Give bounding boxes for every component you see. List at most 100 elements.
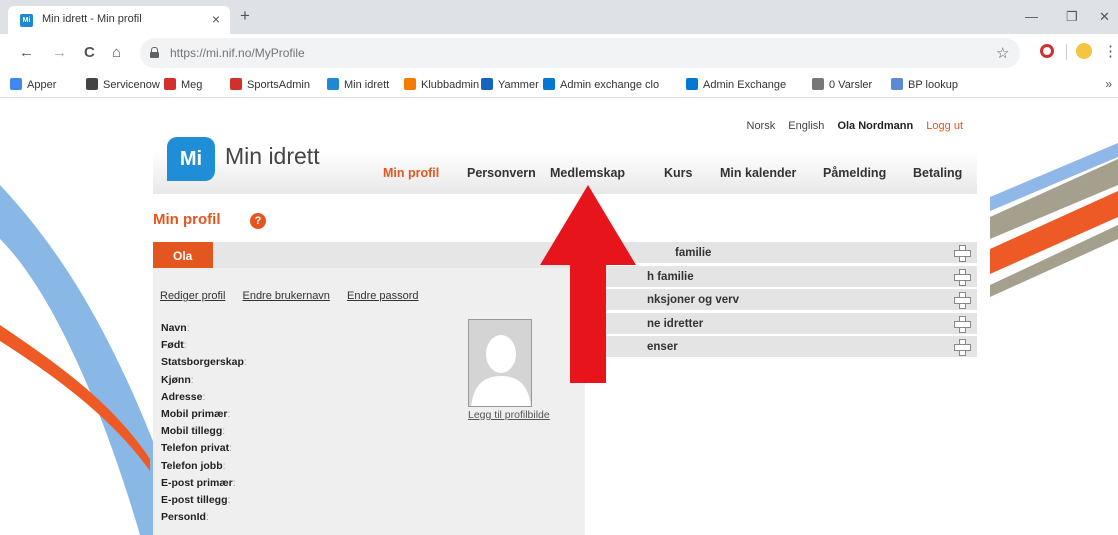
- profile-field: Født:: [161, 339, 247, 356]
- help-icon[interactable]: ?: [250, 213, 266, 229]
- browser-toolbar: ← → C ⌂ https://mi.nif.no/MyProfile ☆ ⋮: [0, 34, 1118, 72]
- expand-plus-icon[interactable]: [954, 292, 971, 309]
- profile-field-label: E-post primær: [161, 476, 233, 489]
- profile-field: Mobil primær:: [161, 408, 247, 425]
- bookmark-label: BP lookup: [908, 79, 958, 91]
- profile-field: PersonId:: [161, 511, 247, 528]
- tab-close-icon[interactable]: ×: [212, 11, 220, 27]
- profile-field: E-post tillegg:: [161, 494, 247, 511]
- sportsadmin-icon: [230, 78, 242, 90]
- minidrett-icon: [327, 78, 339, 90]
- bookmark-sportsadmin[interactable]: SportsAdmin: [230, 78, 310, 91]
- restore-window-button[interactable]: ❐: [1066, 9, 1078, 25]
- accordion-row[interactable]: nksjoner og verv: [587, 289, 977, 311]
- expand-plus-icon[interactable]: [954, 339, 971, 356]
- bookmark-star-icon[interactable]: ☆: [996, 44, 1009, 62]
- bookmark-outlook[interactable]: Admin Exchange: [686, 78, 786, 91]
- accordion-row[interactable]: familie: [587, 242, 977, 264]
- bookmarks-bar: Apper Servicenow Meg SportsAdmin Min idrett K…: [0, 72, 1118, 98]
- add-profile-picture-link[interactable]: Legg til profilbilde: [468, 409, 550, 421]
- home-icon[interactable]: ⌂: [112, 45, 121, 61]
- bookmark-yammer[interactable]: Yammer: [481, 78, 539, 91]
- accordion-label: familie: [675, 247, 712, 259]
- profile-card: Ola Rediger profil Endre brukernavn Endr…: [153, 242, 585, 535]
- logout-link[interactable]: Logg ut: [926, 120, 963, 132]
- bookmarks-overflow-icon[interactable]: »: [1105, 77, 1112, 91]
- profile-field: Telefon privat:: [161, 442, 247, 459]
- profile-field-label: Telefon jobb: [161, 459, 223, 472]
- bookmark-label: Min idrett: [344, 79, 390, 91]
- profile-field: E-post primær:: [161, 477, 247, 494]
- nav-min-kalender[interactable]: Min kalender: [720, 166, 796, 180]
- servicenow-icon: [86, 78, 98, 90]
- bookmark-exchange[interactable]: Admin exchange clo: [543, 78, 659, 91]
- change-password-link[interactable]: Endre passord: [347, 290, 419, 302]
- forward-icon[interactable]: →: [52, 45, 67, 61]
- browser-menu-icon[interactable]: ⋮: [1103, 42, 1118, 60]
- min-idrett-favicon-icon: Mi: [20, 14, 33, 27]
- profile-field-label: Kjønn: [161, 373, 191, 386]
- nav-medlemskap[interactable]: Medlemskap: [550, 166, 625, 180]
- bookmark-label: 0 Varsler: [829, 79, 873, 91]
- lang-norsk-link[interactable]: Norsk: [747, 120, 776, 132]
- profile-field-label: Adresse: [161, 390, 203, 403]
- edit-profile-link[interactable]: Rediger profil: [160, 290, 225, 302]
- bookmark-apps[interactable]: Apper: [10, 78, 56, 91]
- profile-field-label: Navn: [161, 322, 187, 334]
- accordion-row[interactable]: enser: [587, 336, 977, 358]
- nav-betaling[interactable]: Betaling: [913, 166, 962, 180]
- minimize-window-button[interactable]: —: [1025, 9, 1038, 24]
- bookmark-lookup[interactable]: BP lookup: [891, 78, 958, 91]
- profile-field: Adresse:: [161, 391, 247, 408]
- back-icon[interactable]: ←: [19, 45, 34, 61]
- expand-plus-icon[interactable]: [954, 315, 971, 333]
- main-nav: Min profil Personvern Medlemskap Kurs Mi…: [153, 166, 977, 186]
- profile-field: Telefon jobb:: [161, 460, 247, 477]
- browser-tab[interactable]: Mi Min idrett - Min profil ×: [8, 6, 230, 34]
- bookmark-minidrett[interactable]: Min idrett: [327, 78, 389, 91]
- lang-english-link[interactable]: English: [788, 120, 824, 132]
- address-bar[interactable]: https://mi.nif.no/MyProfile ☆: [140, 38, 1020, 68]
- bookmark-label: Apper: [27, 79, 57, 91]
- bookmark-klubbadmin[interactable]: Klubbadmin: [404, 78, 479, 91]
- profile-avatar-icon[interactable]: [1076, 43, 1092, 59]
- profile-field-colon: :: [190, 373, 194, 386]
- bookmark-meg[interactable]: Meg: [164, 78, 202, 91]
- nav-personvern[interactable]: Personvern: [467, 166, 536, 180]
- page-content: Mi Min idrett Norsk English Ola Nordmann…: [0, 99, 1118, 535]
- reload-icon[interactable]: C: [84, 45, 95, 61]
- profile-field-colon: :: [205, 511, 209, 524]
- bookmark-page[interactable]: 0 Varsler: [812, 78, 872, 91]
- profile-picture-placeholder[interactable]: [468, 319, 532, 407]
- outlook-icon: [686, 78, 698, 90]
- expand-plus-icon[interactable]: [954, 245, 971, 262]
- accordion-row[interactable]: ne idretter: [587, 312, 977, 335]
- site-header: Mi Min idrett Norsk English Ola Nordmann…: [153, 99, 977, 194]
- profile-field-colon: :: [243, 356, 247, 369]
- profile-field-label: Født: [161, 339, 184, 352]
- new-tab-button[interactable]: +: [240, 7, 250, 24]
- profile-field-colon: :: [222, 425, 226, 438]
- url-path: /MyProfile: [251, 46, 305, 60]
- tab-title: Min idrett - Min profil: [42, 13, 142, 25]
- bookmark-label: SportsAdmin: [247, 79, 310, 91]
- opera-extension-icon[interactable]: [1040, 44, 1054, 58]
- bookmark-servicenow[interactable]: Servicenow: [86, 78, 160, 91]
- accordion-row[interactable]: h familie: [587, 265, 977, 288]
- profile-field-colon: :: [227, 493, 231, 506]
- change-username-link[interactable]: Endre brukernavn: [242, 290, 329, 302]
- bookmark-label: Yammer: [498, 79, 539, 91]
- user-name[interactable]: Ola Nordmann: [837, 120, 913, 132]
- profile-name-tab[interactable]: Ola: [153, 242, 213, 268]
- accordion: familie h familie nksjoner og verv ne idret…: [587, 242, 977, 360]
- lookup-icon: [891, 78, 903, 90]
- profile-field-label: Statsborgerskap: [161, 356, 244, 369]
- nav-kurs[interactable]: Kurs: [664, 166, 692, 180]
- profile-field-colon: :: [186, 322, 190, 334]
- nav-min-profil[interactable]: Min profil: [383, 166, 439, 180]
- expand-plus-icon[interactable]: [954, 268, 971, 286]
- profile-field: Statsborgerskap:: [161, 356, 247, 373]
- close-window-button[interactable]: ✕: [1099, 9, 1110, 25]
- nav-pamelding[interactable]: Påmelding: [823, 166, 886, 180]
- profile-field-colon: :: [202, 390, 206, 403]
